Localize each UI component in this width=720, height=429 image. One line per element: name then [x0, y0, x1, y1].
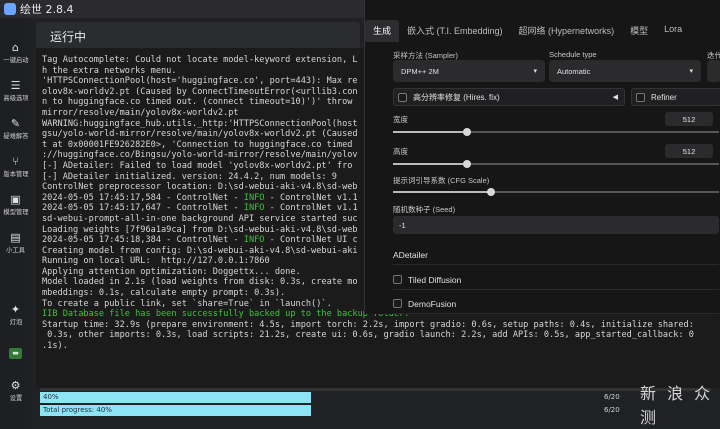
info-level-tag: INFO [243, 235, 265, 246]
refiner-label: Refiner [651, 92, 677, 102]
console-icon: ▬ [9, 347, 22, 359]
sidebar-item-label: 高级选项 [2, 94, 29, 102]
list-icon: ☰ [10, 78, 21, 92]
tab-bar: 生成 嵌入式 (T.I. Embedding) 超网络 (Hypernetwor… [365, 20, 720, 42]
sidebar-item-settings[interactable]: ⚙ 设置 [0, 374, 31, 408]
step-progress-bar: 40% [40, 392, 311, 403]
sidebar: ⌂ 一键启动 ☰ 高级选项 ✎ 疑难解答 ⑂ 版本管理 ▣ 模型管理 ▤ 小工具… [0, 18, 31, 429]
chevron-down-icon: ▾ [533, 68, 537, 75]
bulb-icon: ✦ [10, 302, 21, 316]
sampler-value: DPM++ 2M [401, 66, 439, 76]
total-progress-stat: 6/20 [604, 406, 620, 414]
sidebar-item-label: 灯泡 [9, 318, 22, 326]
extra-input[interactable] [707, 60, 720, 82]
tab-embedding[interactable]: 嵌入式 (T.I. Embedding) [399, 20, 511, 42]
cube-icon: ▣ [10, 192, 21, 206]
tiled-diffusion-label: Tiled Diffusion [408, 274, 462, 285]
height-input[interactable]: 512 [665, 144, 713, 158]
height-label: 高度 [393, 147, 408, 156]
console-line: 0.3s, other imports: 0.3s, load scripts:… [42, 330, 694, 341]
step-progress-label: 40% [43, 393, 59, 401]
sidebar-item-troubleshoot[interactable]: ✎ 疑难解答 [0, 112, 31, 146]
collapse-arrow-icon[interactable]: ◀ [613, 93, 618, 101]
demofusion-checkbox[interactable] [393, 299, 402, 308]
tab-models[interactable]: 模型 [622, 20, 656, 42]
seed-input[interactable]: -1 [393, 216, 719, 234]
panel-header: 运行中 [36, 22, 360, 48]
width-slider[interactable] [393, 128, 719, 136]
webui-overlay-panel: 生成 嵌入式 (T.I. Embedding) 超网络 (Hypernetwor… [364, 0, 720, 314]
sidebar-item-label: 模型管理 [2, 208, 29, 216]
chevron-down-icon: ▾ [689, 68, 693, 75]
total-progress-bar: Total progress: 40% [40, 405, 311, 416]
hires-fix-label: 高分辨率修复 (Hires. fix) [413, 92, 500, 102]
sidebar-item-label: 一键启动 [2, 56, 29, 64]
seed-label: 随机数种子 (Seed) [393, 205, 456, 214]
panel-title: 运行中 [50, 30, 87, 44]
hires-fix-row[interactable]: 高分辨率修复 (Hires. fix) ◀ [393, 88, 625, 106]
tiled-diffusion-checkbox[interactable] [393, 275, 402, 284]
schedule-type-value: Automatic [557, 66, 591, 76]
width-label: 宽度 [393, 115, 408, 124]
horizontal-scrollbar[interactable] [40, 388, 711, 391]
console-line: .1s). [42, 341, 68, 352]
total-progress-label: Total progress: 40% [43, 406, 112, 414]
tiled-diffusion-accordion[interactable]: Tiled Diffusion [393, 270, 719, 290]
height-slider[interactable] [393, 160, 719, 168]
app-logo-icon [4, 3, 16, 15]
sidebar-item-tools[interactable]: ▤ 小工具 [0, 226, 31, 260]
width-input[interactable]: 512 [665, 112, 713, 126]
sidebar-item-advanced[interactable]: ☰ 高级选项 [0, 74, 31, 108]
height-slider-knob[interactable] [463, 160, 471, 168]
tab-hypernetworks[interactable]: 超网络 (Hypernetworks) [511, 20, 623, 42]
width-slider-knob[interactable] [463, 128, 471, 136]
tab-lora[interactable]: Lora [656, 20, 690, 42]
sidebar-item-label: 小工具 [6, 246, 25, 254]
sidebar-item-label: 版本管理 [2, 170, 29, 178]
console-line: Startup time: 32.9s (prepare environment… [42, 319, 694, 330]
sidebar-item-label: 设置 [9, 394, 22, 402]
demofusion-label: DemoFusion [408, 298, 457, 309]
sidebar-item-versions[interactable]: ⑂ 版本管理 [0, 150, 31, 184]
schedule-type-select[interactable]: Automatic ▾ [549, 60, 701, 82]
branch-icon: ⑂ [12, 154, 19, 168]
app-title: 绘世 2.8.4 [20, 3, 74, 16]
info-level-tag: INFO [243, 203, 265, 214]
refiner-checkbox[interactable] [636, 92, 645, 102]
watermark-text: 新 浪 众 测 [640, 384, 714, 427]
step-progress-stat: 6/20 [604, 393, 620, 401]
sidebar-item-console[interactable]: ▬ [0, 336, 31, 370]
sampler-select[interactable]: DPM++ 2M ▾ [393, 60, 545, 82]
adetailer-accordion[interactable]: ADetailer [393, 245, 719, 265]
sidebar-item-models[interactable]: ▣ 模型管理 [0, 188, 31, 222]
info-level-tag: INFO [243, 192, 265, 203]
refiner-row[interactable]: Refiner [631, 88, 720, 106]
gear-icon: ⚙ [10, 378, 21, 392]
toolbox-icon: ▤ [10, 230, 21, 244]
adetailer-label: ADetailer [393, 249, 428, 260]
tab-generate[interactable]: 生成 [365, 20, 400, 42]
home-icon: ⌂ [12, 40, 19, 54]
cfg-scale-label: 提示词引导系数 (CFG Scale) [393, 176, 490, 185]
cfg-scale-slider[interactable] [393, 188, 719, 196]
wrench-icon: ✎ [10, 116, 21, 130]
schedule-type-label: Schedule type [549, 50, 597, 59]
sidebar-item-bulb[interactable]: ✦ 灯泡 [0, 298, 31, 332]
hires-fix-checkbox[interactable] [398, 92, 407, 102]
demofusion-accordion[interactable]: DemoFusion [393, 294, 719, 314]
cfg-scale-slider-knob[interactable] [487, 188, 495, 196]
sidebar-item-launch[interactable]: ⌂ 一键启动 [0, 36, 31, 70]
sidebar-item-label: 疑难解答 [2, 132, 29, 140]
